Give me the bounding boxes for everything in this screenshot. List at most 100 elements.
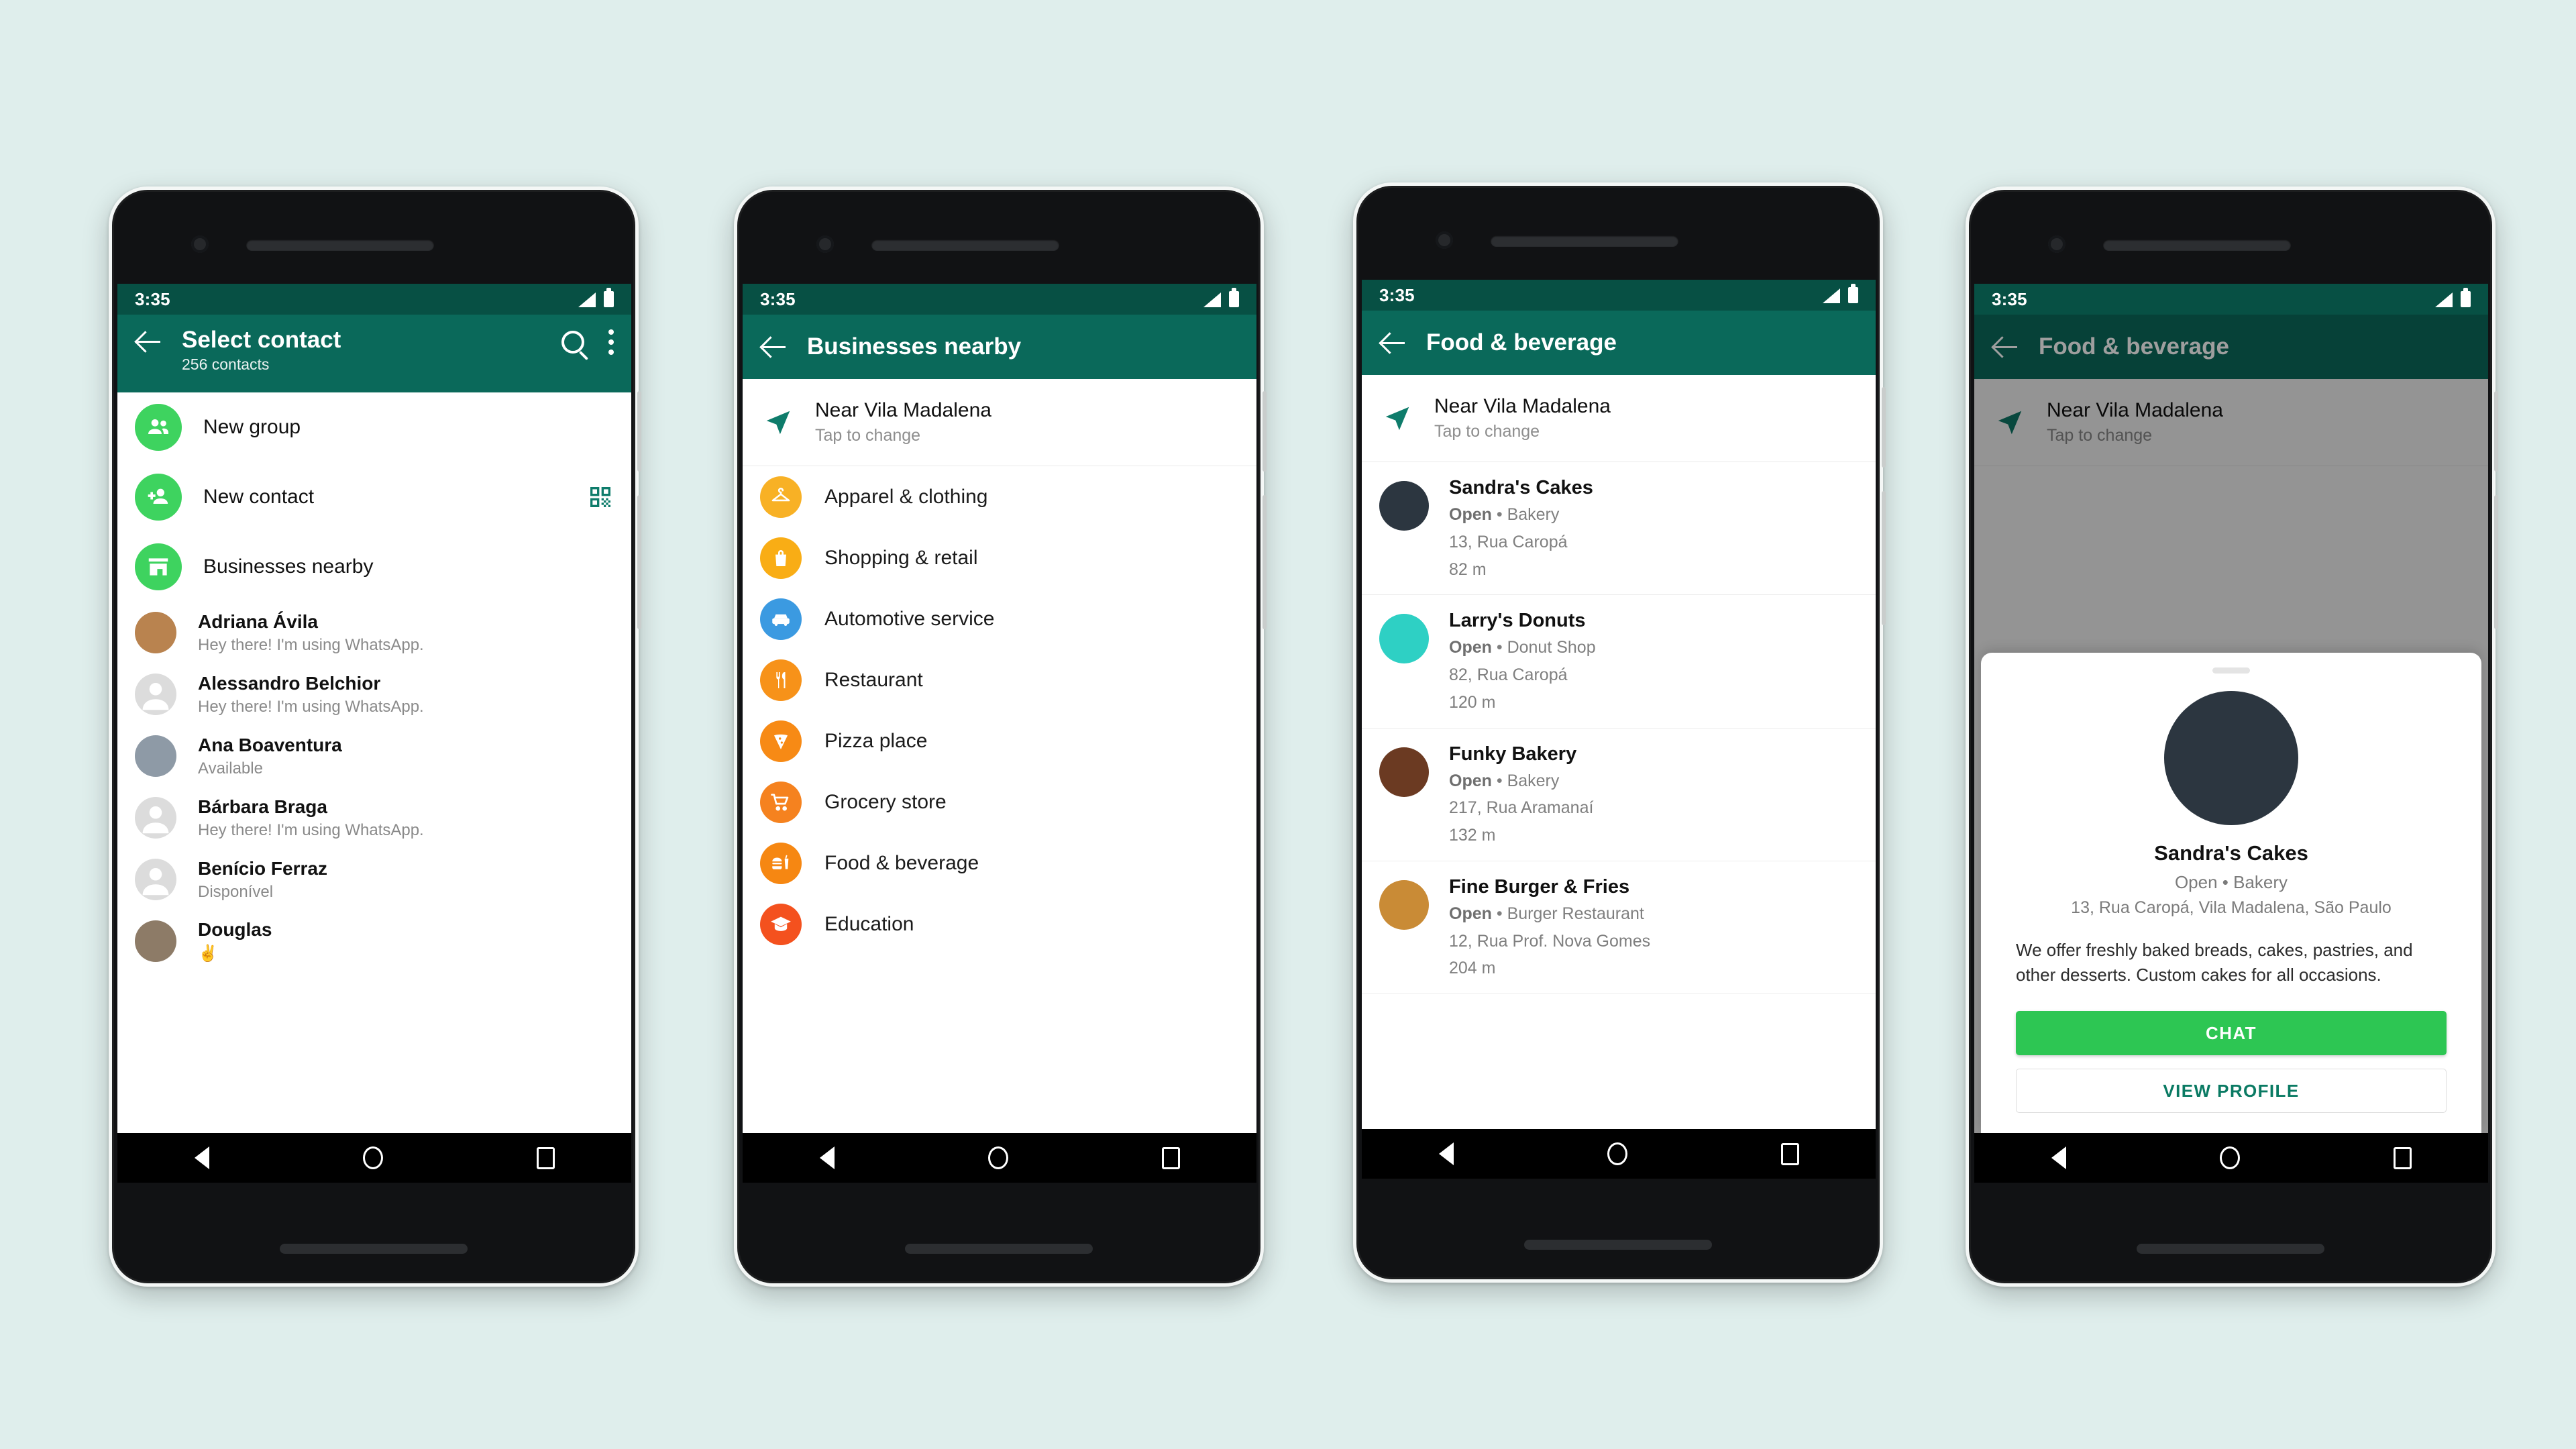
business-row[interactable]: Fine Burger & Fries Open • Burger Restau… bbox=[1362, 861, 1876, 994]
app-bar-food-beverage: Food & beverage bbox=[1362, 311, 1876, 375]
bottom-speaker-grille bbox=[905, 1244, 1093, 1254]
nav-recents-icon[interactable] bbox=[2393, 1146, 2412, 1169]
app-bar-select-contact: Select contact 256 contacts bbox=[117, 315, 631, 392]
phone-4-screen: 3:35 Food & beverage Near Vila Madalena bbox=[1974, 284, 2488, 1183]
power-button[interactable] bbox=[2494, 391, 2498, 472]
overflow-menu-icon[interactable] bbox=[608, 329, 614, 355]
contact-name: Bárbara Braga bbox=[198, 796, 327, 817]
business-address: 12, Rua Prof. Nova Gomes bbox=[1449, 931, 1651, 951]
nav-recents-icon[interactable] bbox=[1161, 1146, 1180, 1169]
nav-home-icon[interactable] bbox=[362, 1146, 383, 1169]
contact-row[interactable]: Benício Ferraz Disponível bbox=[117, 849, 631, 910]
business-status: Open bbox=[1449, 505, 1492, 524]
contact-status: Disponível bbox=[198, 882, 274, 901]
nav-back-icon[interactable] bbox=[2051, 1146, 2066, 1169]
category-restaurant[interactable]: Restaurant bbox=[743, 649, 1256, 710]
contact-row[interactable]: Douglas ✌️ bbox=[117, 910, 631, 972]
business-distance: 204 m bbox=[1449, 959, 1496, 978]
navigation-arrow-icon bbox=[1379, 403, 1415, 434]
signal-icon bbox=[578, 292, 596, 307]
category-shopping-retail[interactable]: Shopping & retail bbox=[743, 527, 1256, 588]
cutlery-icon bbox=[760, 659, 802, 701]
location-row[interactable]: Near Vila Madalena Tap to change bbox=[1362, 375, 1876, 462]
bottom-speaker-grille bbox=[280, 1244, 468, 1254]
volume-button[interactable] bbox=[637, 495, 641, 629]
back-arrow-icon[interactable] bbox=[760, 332, 790, 362]
nav-home-icon[interactable] bbox=[987, 1146, 1008, 1169]
earpiece-speaker bbox=[871, 239, 1059, 251]
contact-status: ✌️ bbox=[198, 945, 218, 963]
business-status: Open bbox=[1449, 638, 1492, 657]
nav-back-icon[interactable] bbox=[194, 1146, 209, 1169]
graduation-cap-icon bbox=[760, 903, 802, 945]
nav-back-icon[interactable] bbox=[1438, 1142, 1454, 1165]
business-photo bbox=[1379, 614, 1429, 664]
hanger-icon bbox=[760, 476, 802, 518]
business-row[interactable]: Larry's Donuts Open • Donut Shop 82, Rua… bbox=[1362, 595, 1876, 729]
status-bar: 3:35 bbox=[117, 284, 631, 315]
phone-2-screen: 3:35 Businesses nearby Near Vila Madalen… bbox=[743, 284, 1256, 1183]
business-photo bbox=[1379, 879, 1429, 930]
category-automotive-service[interactable]: Automotive service bbox=[743, 588, 1256, 649]
drag-handle[interactable] bbox=[2212, 667, 2250, 674]
business-row[interactable]: Sandra's Cakes Open • Bakery 13, Rua Car… bbox=[1362, 462, 1876, 596]
page-title: Select contact bbox=[182, 327, 341, 353]
action-new-group[interactable]: New group bbox=[117, 392, 631, 462]
category-label: Education bbox=[824, 912, 914, 935]
nav-home-icon[interactable] bbox=[2219, 1146, 2240, 1169]
business-row[interactable]: Funky Bakery Open • Bakery 217, Rua Aram… bbox=[1362, 729, 1876, 861]
category-apparel-clothing[interactable]: Apparel & clothing bbox=[743, 466, 1256, 527]
status-bar-time: 3:35 bbox=[1379, 284, 1415, 305]
search-icon[interactable] bbox=[561, 331, 584, 354]
avatar-placeholder-icon bbox=[135, 859, 176, 900]
status-bar-time: 3:35 bbox=[135, 288, 170, 309]
business-distance: 120 m bbox=[1449, 692, 1496, 712]
view-profile-button[interactable]: VIEW PROFILE bbox=[2016, 1069, 2447, 1113]
android-nav-bar bbox=[743, 1133, 1256, 1183]
business-address: 82, Rua Caropá bbox=[1449, 665, 1568, 684]
business-name: Larry's Donuts bbox=[1449, 610, 1586, 632]
nav-recents-icon[interactable] bbox=[1780, 1142, 1799, 1165]
location-row[interactable]: Near Vila Madalena Tap to change bbox=[743, 379, 1256, 466]
battery-icon bbox=[604, 288, 614, 307]
chat-button[interactable]: CHAT bbox=[2016, 1011, 2447, 1055]
earpiece-speaker bbox=[1491, 235, 1678, 247]
back-arrow-icon[interactable] bbox=[1992, 332, 2021, 362]
back-arrow-icon[interactable] bbox=[1379, 328, 1409, 358]
contact-row[interactable]: Adriana Ávila Hey there! I'm using Whats… bbox=[117, 602, 631, 663]
front-camera-icon bbox=[816, 235, 834, 253]
back-arrow-icon[interactable] bbox=[135, 327, 164, 356]
contact-row[interactable]: Alessandro Belchior Hey there! I'm using… bbox=[117, 663, 631, 725]
nav-back-icon[interactable] bbox=[819, 1146, 835, 1169]
bottom-speaker-grille bbox=[2137, 1244, 2324, 1254]
category-grocery-store[interactable]: Grocery store bbox=[743, 771, 1256, 833]
nav-home-icon[interactable] bbox=[1607, 1142, 1627, 1165]
action-new-contact[interactable]: New contact bbox=[117, 462, 631, 532]
location-title: Near Vila Madalena bbox=[1434, 395, 1611, 417]
category-pizza-place[interactable]: Pizza place bbox=[743, 710, 1256, 771]
business-distance: 82 m bbox=[1449, 559, 1487, 579]
person-add-icon bbox=[135, 474, 182, 521]
contact-row[interactable]: Ana Boaventura Available bbox=[117, 725, 631, 787]
contact-row[interactable]: Bárbara Braga Hey there! I'm using Whats… bbox=[117, 787, 631, 849]
category-education[interactable]: Education bbox=[743, 894, 1256, 955]
power-button[interactable] bbox=[637, 391, 641, 472]
business-name: Sandra's Cakes bbox=[1449, 477, 1593, 498]
front-camera-icon bbox=[2048, 235, 2065, 253]
power-button[interactable] bbox=[1263, 391, 1267, 472]
business-name: Funky Bakery bbox=[1449, 743, 1577, 765]
category-food-beverage[interactable]: Food & beverage bbox=[743, 833, 1256, 894]
nav-recents-icon[interactable] bbox=[536, 1146, 555, 1169]
qr-code-icon[interactable] bbox=[587, 484, 614, 511]
business-category: Bakery bbox=[1507, 771, 1560, 790]
power-button[interactable] bbox=[1882, 387, 1886, 468]
volume-button[interactable] bbox=[2494, 495, 2498, 629]
volume-button[interactable] bbox=[1882, 491, 1886, 625]
business-address: 13, Rua Caropá bbox=[1449, 532, 1568, 551]
action-businesses-nearby[interactable]: Businesses nearby bbox=[117, 532, 631, 602]
contact-name: Ana Boaventura bbox=[198, 734, 342, 755]
volume-button[interactable] bbox=[1263, 495, 1267, 629]
location-title: Near Vila Madalena bbox=[815, 399, 991, 421]
business-photo bbox=[1379, 747, 1429, 797]
phone-device-1: 3:35 Select contact 256 contacts New gro… bbox=[109, 186, 641, 1287]
